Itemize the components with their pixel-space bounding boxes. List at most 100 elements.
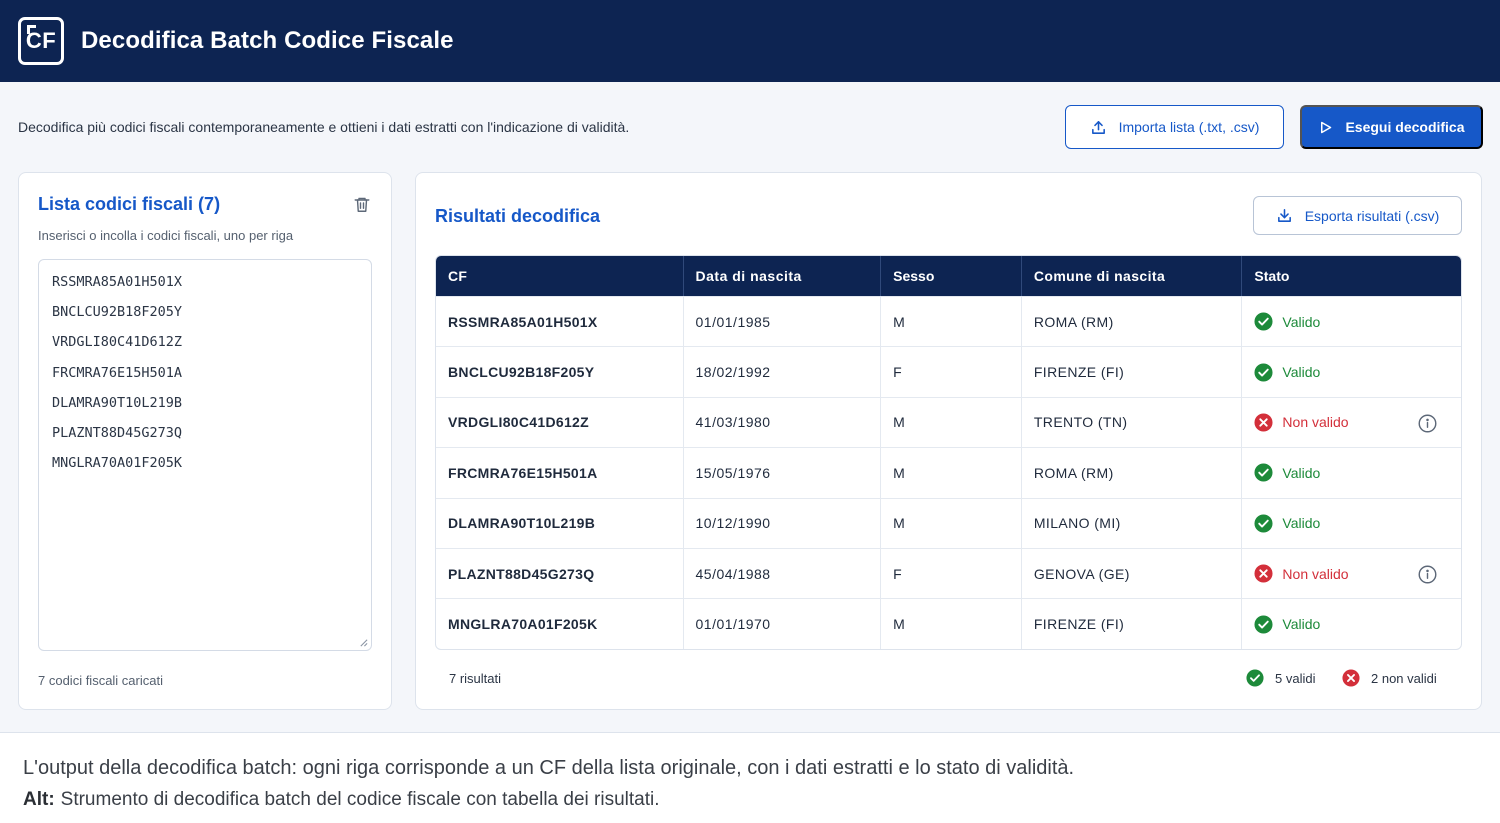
table-row: FRCMRA76E15H501A 15/05/1976 M ROMA (RM) … — [436, 447, 1461, 498]
birth-date-cell: 01/01/1985 — [684, 297, 882, 347]
run-decode-label: Esegui decodifica — [1345, 119, 1465, 135]
check-circle-icon — [1254, 363, 1273, 382]
code-line: DLAMRA90T10L219B — [52, 394, 183, 411]
status-cell: Valido — [1242, 599, 1461, 648]
trash-icon[interactable] — [353, 195, 371, 214]
sex-cell: M — [881, 448, 1022, 498]
info-icon[interactable] — [1418, 565, 1437, 584]
import-list-button[interactable]: Importa lista (.txt, .csv) — [1065, 105, 1284, 149]
app-header: CF Decodifica Batch Codice Fiscale — [0, 0, 1500, 82]
results-panel: Risultati decodifica CF Data di nascita … — [415, 172, 1482, 710]
info-icon[interactable] — [1418, 414, 1437, 433]
sex-cell: M — [881, 498, 1022, 548]
birth-date-cell: 10/12/1990 — [684, 498, 882, 548]
table-header: CF Data di nascita Sesso Comune di nasci… — [436, 256, 1461, 296]
code-list-panel: Lista codici fiscali (7) Inserisci o inc… — [18, 172, 392, 710]
birth-city-cell: TRENTO (TN) — [1022, 397, 1243, 448]
birth-city-cell: FIRENZE (FI) — [1022, 599, 1243, 649]
code-line: MNGLRA70A01F205K — [52, 455, 183, 472]
table-row: PLAZNT88D45G273Q 45/04/1988 F GENOVA (GE… — [436, 547, 1461, 599]
birth-date-cell: 45/04/1988 — [684, 548, 882, 599]
play-icon — [1321, 121, 1332, 133]
column-header-birth-city: Comune di nascita — [1022, 256, 1243, 296]
birth-date-cell: 41/03/1980 — [684, 397, 882, 448]
column-header-status: Stato — [1254, 268, 1290, 284]
check-circle-icon — [1254, 312, 1273, 331]
cf-cell: PLAZNT88D45G273Q — [436, 548, 684, 599]
figure-caption: L'output della decodifica batch: ogni ri… — [0, 732, 1500, 823]
cf-cell: RSSMRA85A01H501X — [436, 297, 684, 347]
check-circle-icon — [1246, 669, 1264, 687]
birth-date-cell: 01/01/1970 — [684, 599, 882, 649]
results-table: CF Data di nascita Sesso Comune di nasci… — [435, 255, 1462, 650]
check-circle-icon — [1254, 615, 1273, 634]
sex-cell: M — [881, 297, 1022, 347]
birth-city-cell: MILANO (MI) — [1022, 498, 1243, 548]
status-cell: Valido — [1242, 347, 1461, 396]
birth-date-cell: 15/05/1976 — [684, 448, 882, 498]
sex-cell: M — [881, 397, 1022, 448]
status-label: Valido — [1282, 616, 1321, 633]
status-cell: Non valido — [1242, 398, 1461, 447]
column-header-sex: Sesso — [881, 256, 1022, 296]
code-line: FRCMRA76E15H501A — [52, 364, 183, 381]
birth-city-cell: GENOVA (GE) — [1022, 548, 1243, 599]
birth-city-cell: ROMA (RM) — [1022, 297, 1243, 347]
status-label: Non valido — [1282, 565, 1349, 582]
code-line: RSSMRA85A01H501X — [52, 274, 183, 290]
sex-cell: F — [881, 548, 1022, 599]
column-header-birth-date: Data di nascita — [684, 256, 882, 296]
resize-handle-icon[interactable] — [359, 638, 368, 647]
app-title: Decodifica Batch Codice Fiscale — [81, 27, 454, 54]
codes-loaded-count: 7 codici fiscali caricati — [38, 673, 163, 688]
download-icon — [1277, 209, 1291, 222]
export-results-button[interactable]: Esporta risultati (.csv) — [1253, 196, 1462, 235]
status-label: Non valido — [1282, 414, 1349, 431]
sex-cell: M — [881, 599, 1022, 649]
status-cell: Valido — [1242, 499, 1461, 548]
table-row: BNCLCU92B18F205Y 18/02/1992 F FIRENZE (F… — [436, 346, 1461, 397]
upload-icon — [1091, 120, 1105, 134]
invalid-count: 2 non validi — [1371, 670, 1437, 686]
status-cell: Non valido — [1242, 549, 1461, 598]
status-label: Valido — [1282, 515, 1321, 532]
check-circle-icon — [1254, 463, 1273, 482]
sex-cell: F — [881, 347, 1022, 397]
table-row: DLAMRA90T10L219B 10/12/1990 M MILANO (MI… — [436, 497, 1461, 548]
invalid-summary: 2 non validi — [1342, 669, 1437, 687]
status-label: Valido — [1282, 464, 1321, 481]
birth-date-cell: 18/02/1992 — [684, 347, 882, 397]
code-list-title: Lista codici fiscali (7) — [38, 194, 221, 214]
results-count: 7 risultati — [449, 671, 502, 686]
run-decode-button[interactable]: Esegui decodifica — [1300, 105, 1483, 149]
caption-text: L'output della decodifica batch: ogni ri… — [23, 757, 1075, 779]
birth-city-cell: FIRENZE (FI) — [1022, 347, 1243, 397]
alt-text: Alt: Strumento di decodifica batch del co… — [23, 789, 660, 811]
cf-cell: MNGLRA70A01F205K — [436, 599, 684, 649]
code-list-textarea[interactable]: RSSMRA85A01H501X BNCLCU92B18F205Y VRDGLI… — [38, 259, 372, 651]
code-list-hint: Inserisci o incolla i codici fiscali, un… — [38, 228, 294, 243]
code-line: PLAZNT88D45G273Q — [52, 424, 183, 441]
check-circle-icon — [1254, 514, 1273, 533]
page-description: Decodifica più codici fiscali contempora… — [18, 119, 630, 135]
import-list-label: Importa lista (.txt, .csv) — [1118, 119, 1260, 135]
cf-cell: DLAMRA90T10L219B — [436, 498, 684, 548]
table-row: RSSMRA85A01H501X 01/01/1985 M ROMA (RM) … — [436, 296, 1461, 347]
cf-logo-icon: CF — [18, 17, 64, 65]
x-circle-icon — [1342, 669, 1360, 687]
cf-cell: FRCMRA76E15H501A — [436, 448, 684, 498]
alt-description: Strumento di decodifica batch del codice… — [60, 789, 660, 810]
valid-count: 5 validi — [1275, 670, 1316, 686]
valid-summary: 5 validi — [1246, 669, 1315, 687]
cf-cell: VRDGLI80C41D612Z — [436, 397, 684, 448]
table-row: VRDGLI80C41D612Z 41/03/1980 M TRENTO (TN… — [436, 396, 1461, 448]
x-circle-icon — [1254, 564, 1273, 583]
birth-city-cell: ROMA (RM) — [1022, 448, 1243, 498]
table-row: MNGLRA70A01F205K 01/01/1970 M FIRENZE (F… — [436, 598, 1461, 649]
status-cell: Valido — [1242, 297, 1461, 346]
x-circle-icon — [1254, 413, 1273, 432]
column-header-cf: CF — [436, 256, 684, 296]
code-line: BNCLCU92B18F205Y — [52, 304, 183, 321]
export-results-label: Esporta risultati (.csv) — [1304, 207, 1440, 224]
status-label: Valido — [1282, 364, 1321, 381]
